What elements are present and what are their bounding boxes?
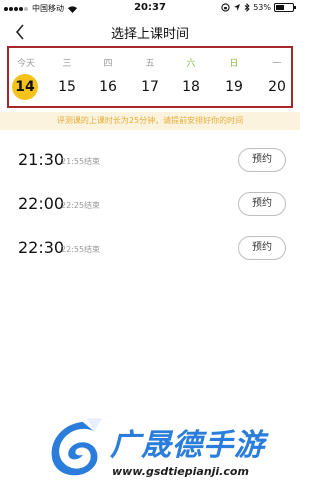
- weekday-label: 今天: [16, 59, 35, 69]
- date-selector: 今天 14 三 15 四 16 五 17 六 18 日 19 一 20: [7, 46, 293, 108]
- watermark-logo-icon: [51, 418, 103, 476]
- slot-end-time: 21:55结束: [61, 157, 101, 166]
- page-title: 选择上课时间: [110, 27, 189, 42]
- selected-date: 14: [12, 74, 38, 100]
- slot-start-time: 21:30: [18, 150, 65, 169]
- date-number: 20: [268, 79, 286, 95]
- weekday-label: 三: [62, 59, 72, 69]
- duration-notice: 评测课的上课时长为25分钟，请提前安排好你的时间: [0, 112, 300, 130]
- weekday-label: 四: [103, 59, 113, 69]
- date-number: 15: [58, 79, 76, 95]
- location-icon: [234, 4, 241, 11]
- weekday-label: 五: [145, 59, 155, 69]
- bluetooth-icon: [244, 3, 250, 12]
- watermark-brand: 广晟德手游: [110, 428, 265, 463]
- date-number: 18: [182, 79, 200, 95]
- battery-icon: [274, 3, 296, 12]
- lock-rotation-icon: [221, 3, 230, 12]
- slot-start-time: 22:00: [18, 194, 65, 213]
- watermark: 广晟德手游 www.gsdtiepianji.com: [0, 410, 300, 490]
- status-right: 53%: [221, 3, 296, 12]
- book-button[interactable]: 预约: [238, 236, 286, 260]
- weekday-label: 六: [186, 59, 196, 69]
- time-slot-row: 21:30 21:55结束 预约: [0, 146, 300, 176]
- date-number: 17: [141, 79, 159, 95]
- weekday-label: 一: [272, 59, 282, 69]
- date-number: 19: [225, 79, 243, 95]
- nav-bar: 选择上课时间: [0, 18, 300, 46]
- battery-percent: 53%: [253, 3, 271, 12]
- watermark-url: www.gsdtiepianji.com: [112, 465, 249, 478]
- book-button[interactable]: 预约: [238, 148, 286, 172]
- book-button[interactable]: 预约: [238, 192, 286, 216]
- date-number: 16: [99, 79, 117, 95]
- time-slot-row: 22:00 22:25结束 预约: [0, 190, 300, 220]
- time-slot-row: 22:30 22:55结束 预约: [0, 234, 300, 264]
- weekday-label: 日: [229, 59, 239, 69]
- slot-end-time: 22:25结束: [61, 201, 101, 210]
- slot-start-time: 22:30: [18, 238, 65, 257]
- slot-end-time: 22:55结束: [61, 245, 101, 254]
- status-bar: 中国移动 20:37 53%: [0, 0, 300, 18]
